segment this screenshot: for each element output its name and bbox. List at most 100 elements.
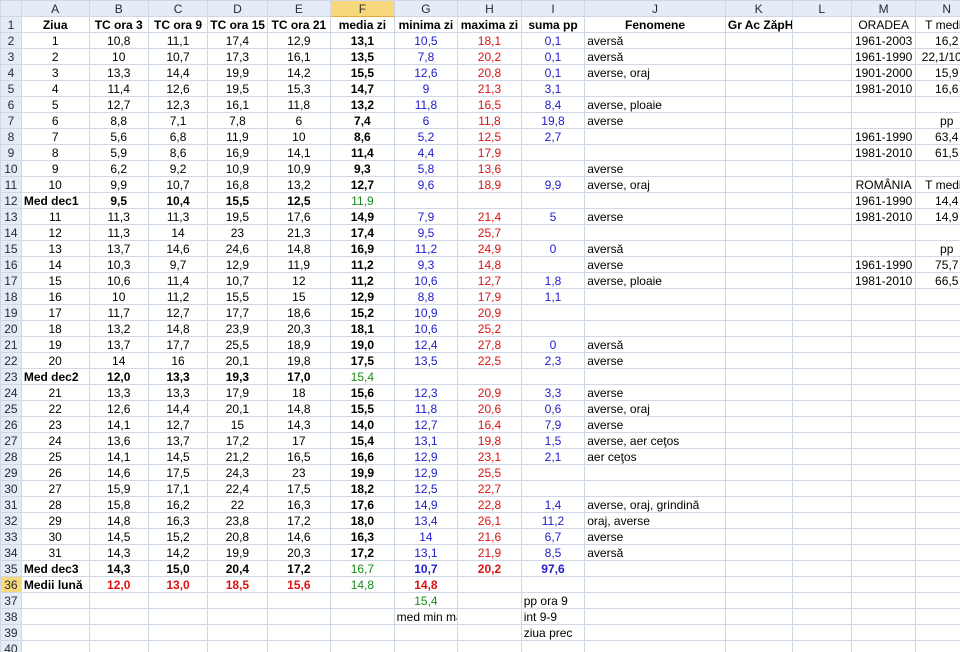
cell-n31[interactable] <box>915 496 960 513</box>
cell-j36[interactable] <box>584 576 726 593</box>
row-header[interactable]: 5 <box>0 80 22 97</box>
cell-a1[interactable]: Ziua <box>20 16 90 33</box>
row-header[interactable]: 39 <box>0 624 22 641</box>
cell-h27[interactable]: 19,8 <box>457 432 522 449</box>
cell-e19[interactable]: 18,6 <box>266 304 332 321</box>
cell-n14[interactable] <box>915 224 960 241</box>
row-header[interactable]: 30 <box>0 480 22 497</box>
cell-l38[interactable] <box>791 608 852 625</box>
cell-l3[interactable] <box>791 48 852 65</box>
row-header[interactable]: 18 <box>0 288 22 305</box>
cell-g30[interactable]: 12,5 <box>393 480 459 497</box>
cell-a16[interactable]: 14 <box>20 256 90 273</box>
cell-m40[interactable] <box>850 640 917 652</box>
cell-a3[interactable]: 2 <box>20 48 90 65</box>
cell-j12[interactable] <box>584 192 726 209</box>
cell-n22[interactable] <box>915 352 960 369</box>
cell-n7[interactable]: pp <box>915 112 960 129</box>
cell-k12[interactable] <box>724 192 793 209</box>
cell-g38[interactable]: med min max <box>393 608 459 625</box>
cell-a28[interactable]: 25 <box>20 448 90 465</box>
cell-g22[interactable]: 13,5 <box>393 352 459 369</box>
cell-i32[interactable]: 11,2 <box>520 512 586 529</box>
cell-k5[interactable] <box>724 80 793 97</box>
cell-j20[interactable] <box>584 320 726 337</box>
cell-l23[interactable] <box>791 368 852 385</box>
cell-c26[interactable]: 12,7 <box>147 416 209 433</box>
cell-k24[interactable] <box>724 384 793 401</box>
cell-i20[interactable] <box>520 320 586 337</box>
cell-l5[interactable] <box>791 80 852 97</box>
cell-c22[interactable]: 16 <box>147 352 209 369</box>
column-header-f[interactable]: F <box>330 0 395 17</box>
cell-b17[interactable]: 10,6 <box>88 272 149 289</box>
cell-k25[interactable] <box>724 400 793 417</box>
cell-d24[interactable]: 17,9 <box>207 384 268 401</box>
cell-h3[interactable]: 20,2 <box>457 48 522 65</box>
cell-i36[interactable] <box>520 576 586 593</box>
row-header[interactable]: 3 <box>0 48 22 65</box>
cell-l18[interactable] <box>791 288 852 305</box>
cell-k23[interactable] <box>724 368 793 385</box>
cell-k39[interactable] <box>724 624 793 641</box>
cell-h13[interactable]: 21,4 <box>457 208 522 225</box>
cell-f31[interactable]: 17,6 <box>330 496 395 513</box>
cell-m20[interactable] <box>850 320 917 337</box>
cell-f32[interactable]: 18,0 <box>330 512 395 529</box>
cell-f3[interactable]: 13,5 <box>330 48 395 65</box>
cell-m2[interactable]: 1961-2003 <box>850 32 917 49</box>
cell-f38[interactable] <box>330 608 395 625</box>
cell-n33[interactable] <box>915 528 960 545</box>
cell-a33[interactable]: 30 <box>20 528 90 545</box>
row-header[interactable]: 6 <box>0 96 22 113</box>
cell-f23[interactable]: 15,4 <box>330 368 395 385</box>
cell-b23[interactable]: 12,0 <box>88 368 149 385</box>
cell-g13[interactable]: 7,9 <box>393 208 459 225</box>
cell-c34[interactable]: 14,2 <box>147 544 209 561</box>
cell-i18[interactable]: 1,1 <box>520 288 586 305</box>
cell-d3[interactable]: 17,3 <box>207 48 268 65</box>
cell-c36[interactable]: 13,0 <box>147 576 209 593</box>
cell-h30[interactable]: 22,7 <box>457 480 522 497</box>
select-all-corner[interactable] <box>0 0 22 17</box>
cell-b40[interactable] <box>88 640 149 652</box>
cell-b39[interactable] <box>88 624 149 641</box>
cell-f16[interactable]: 11,2 <box>330 256 395 273</box>
cell-e9[interactable]: 14,1 <box>266 144 332 161</box>
cell-k3[interactable] <box>724 48 793 65</box>
cell-b7[interactable]: 8,8 <box>88 112 149 129</box>
cell-b16[interactable]: 10,3 <box>88 256 149 273</box>
cell-k40[interactable] <box>724 640 793 652</box>
cell-l4[interactable] <box>791 64 852 81</box>
cell-j19[interactable] <box>584 304 726 321</box>
cell-k31[interactable] <box>724 496 793 513</box>
cell-b9[interactable]: 5,9 <box>88 144 149 161</box>
cell-d15[interactable]: 24,6 <box>207 240 268 257</box>
cell-l17[interactable] <box>791 272 852 289</box>
row-header[interactable]: 26 <box>0 416 22 433</box>
cell-i7[interactable]: 19,8 <box>520 112 586 129</box>
cell-l12[interactable] <box>791 192 852 209</box>
cell-a40[interactable] <box>20 640 90 652</box>
cell-e14[interactable]: 21,3 <box>266 224 332 241</box>
cell-m6[interactable] <box>850 96 917 113</box>
cell-k26[interactable] <box>724 416 793 433</box>
cell-l22[interactable] <box>791 352 852 369</box>
cell-d31[interactable]: 22 <box>207 496 268 513</box>
cell-c37[interactable] <box>147 592 209 609</box>
cell-n15[interactable]: pp <box>915 240 960 257</box>
cell-n6[interactable] <box>915 96 960 113</box>
cell-h35[interactable]: 20,2 <box>457 560 522 577</box>
cell-f5[interactable]: 14,7 <box>330 80 395 97</box>
cell-l31[interactable] <box>791 496 852 513</box>
cell-l21[interactable] <box>791 336 852 353</box>
cell-d32[interactable]: 23,8 <box>207 512 268 529</box>
cell-i12[interactable] <box>520 192 586 209</box>
cell-m5[interactable]: 1981-2010 <box>850 80 917 97</box>
cell-m19[interactable] <box>850 304 917 321</box>
cell-k27[interactable] <box>724 432 793 449</box>
cell-i23[interactable] <box>520 368 586 385</box>
cell-l14[interactable] <box>791 224 852 241</box>
cell-a19[interactable]: 17 <box>20 304 90 321</box>
cell-l13[interactable] <box>791 208 852 225</box>
